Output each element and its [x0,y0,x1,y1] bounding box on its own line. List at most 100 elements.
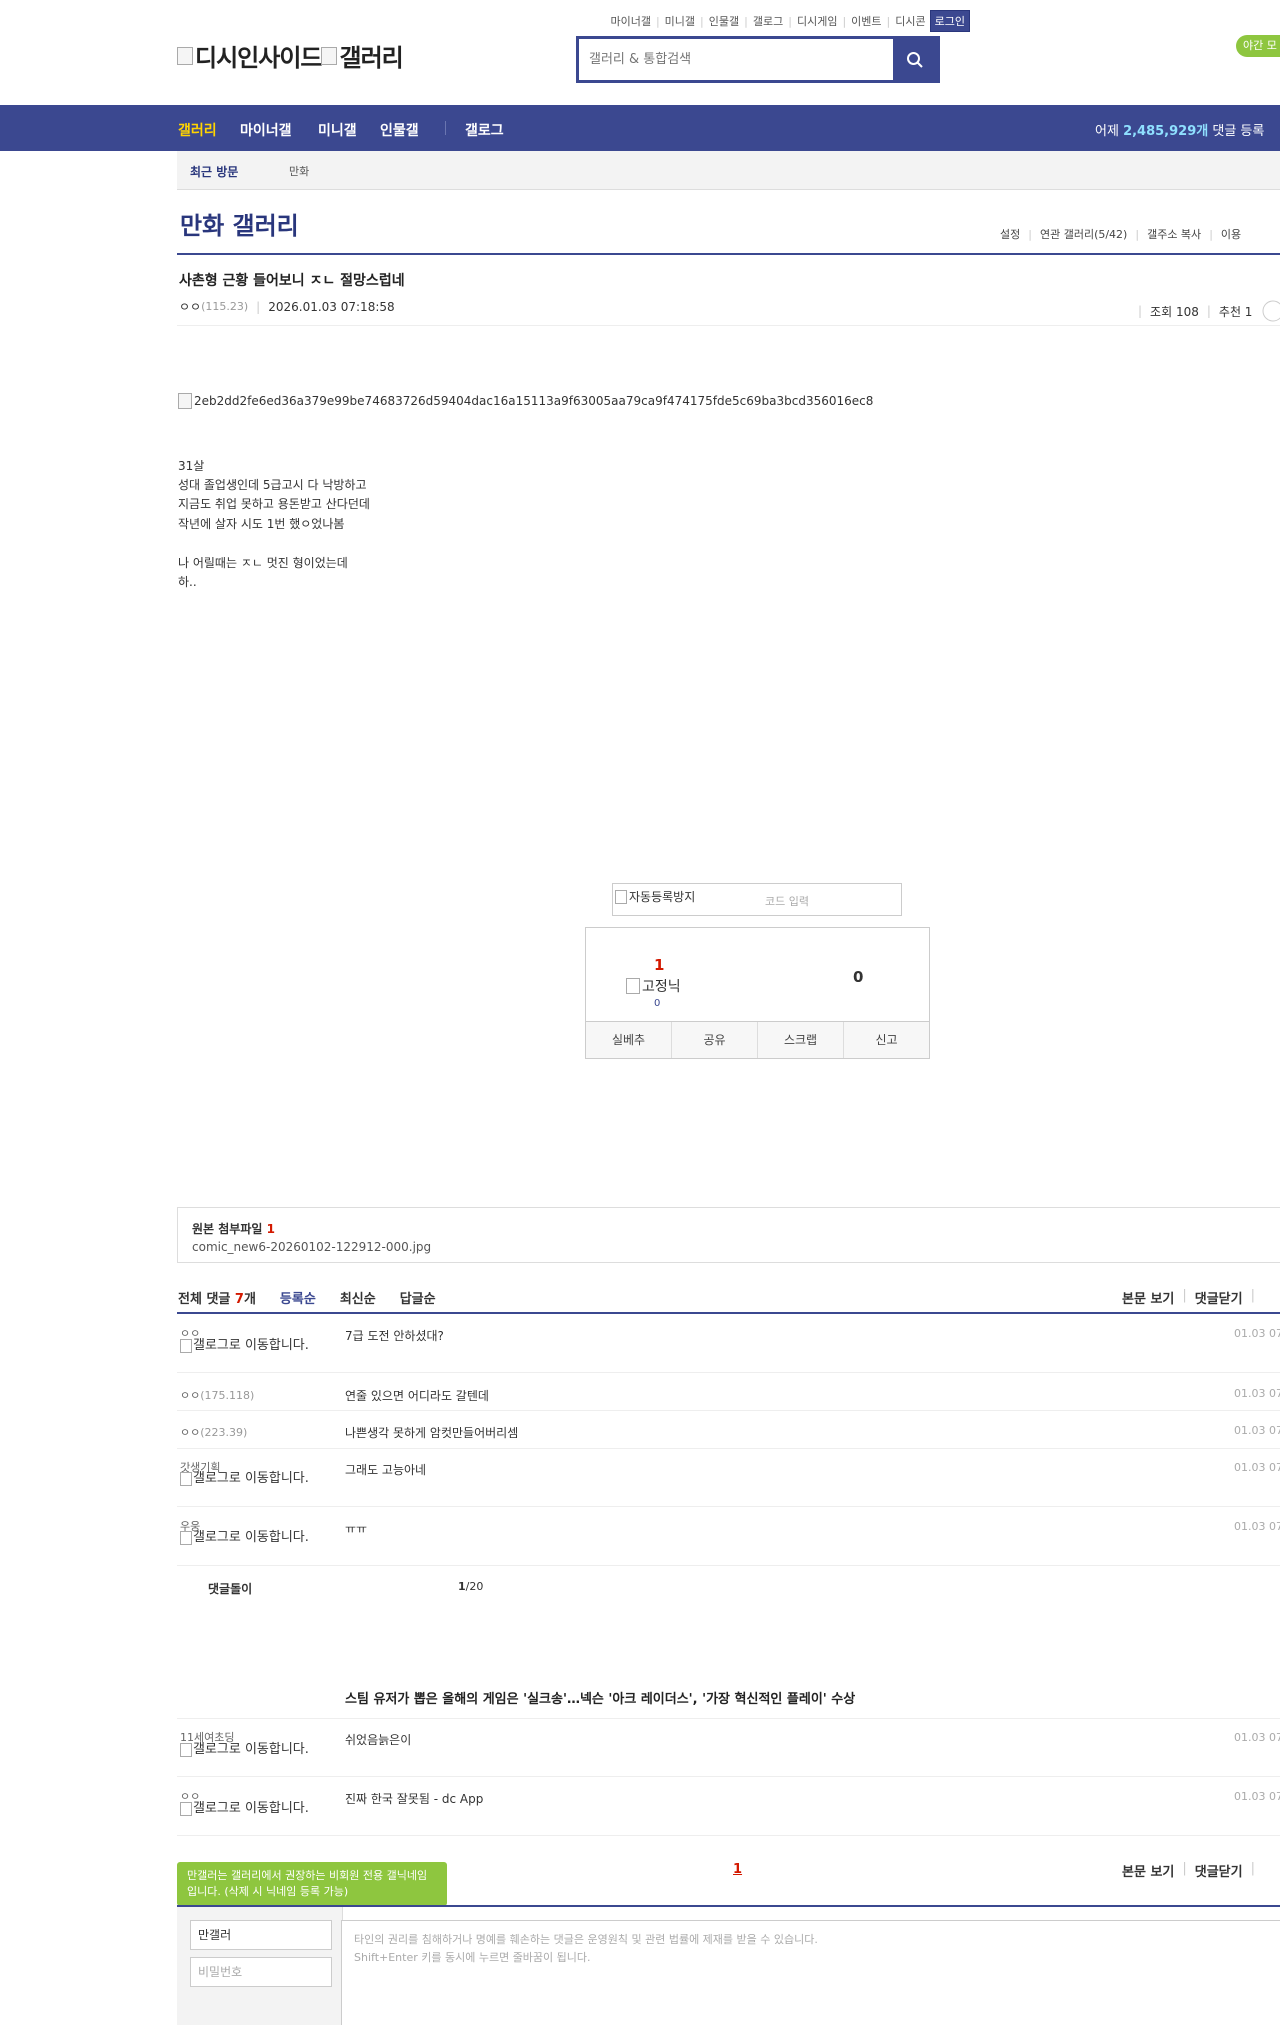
post-views: 조회 108 [1150,304,1199,319]
search-box [576,36,940,83]
search-icon [907,51,923,68]
top-links: 마이너갤 | 미니갤 | 인물갤 | 갤로그 | 디시게임 | 이벤트 | 디시콘 로그인 [610,10,970,32]
post-body-line: 하.. [178,575,197,589]
password-field[interactable]: 비밀번호 [190,1957,332,1987]
divider [177,1776,1280,1777]
copy-address-link[interactable]: 갤주소 복사 [1147,226,1201,242]
login-button[interactable]: 로그인 [929,10,970,32]
comment-nick-ip: (223.39) [200,1426,248,1439]
comment-unit: 개 [243,1292,256,1307]
broken-image-icon [180,1802,192,1816]
divider [177,1372,1280,1373]
recent-visit-item[interactable]: 만화 [289,163,309,179]
post-date: 2026.01.03 07:18:58 [268,299,395,314]
broken-image-icon [180,1743,192,1757]
logo-text-gallery: 갤러리 [339,44,403,72]
comment-textarea[interactable]: 타인의 권리를 침해하거나 명예를 훼손하는 댓글은 운영원칙 및 관련 법률에… [341,1920,1280,2025]
comment-date: 01.03 07 [1234,1461,1280,1474]
comment-bot-paging: 1/20 [458,1580,483,1593]
top-link-mini[interactable]: 미니갤 [665,13,695,29]
captcha-input[interactable]: 코드 입력 [765,893,809,909]
gallog-link[interactable]: 갤로그로 이동합니다. [180,1802,310,1816]
top-link-game[interactable]: 디시게임 [797,13,837,29]
sort-replies[interactable]: 답글순 [400,1288,436,1307]
main-nav: 갤러리 마이너갤 미니갤 인물갤 갤로그 어제 2,485,929개 댓글 등록 [0,105,1280,151]
post-stats: | 조회 108 | 추천 1 [1130,300,1280,322]
sort-latest[interactable]: 최신순 [340,1288,376,1307]
comment-nick-name: ㅇㅇ [180,1389,201,1402]
upvote-count[interactable]: 1 [654,956,664,974]
circle-button-icon[interactable] [1262,300,1280,322]
nav-minor[interactable]: 마이너갤 [240,120,292,140]
stats-prefix: 어제 [1095,124,1119,139]
downvote-count[interactable]: 0 [853,968,863,986]
comment-nick[interactable]: ㅇㅇ(223.39) [180,1424,247,1440]
name-field[interactable]: 만갤러 [190,1920,332,1950]
comment-page-1[interactable]: 1 [733,1862,742,1877]
top-link-event[interactable]: 이벤트 [851,13,881,29]
post-recommend: 추천 1 [1218,304,1253,319]
broken-image-icon [615,889,627,904]
top-link-dccon[interactable]: 디시콘 [895,13,925,29]
post-image[interactable]: 2eb2dd2fe6ed36a379e99be74683726d59404dac… [178,393,873,409]
vote-actions: 실베추 공유 스크랩 신고 [586,1021,929,1058]
comment-text: 나쁜생각 못하게 암컷만들어버리셈 [345,1426,519,1440]
nav-person[interactable]: 인물갤 [380,120,419,140]
broken-image-icon [178,393,192,409]
attachment-box: 원본 첨부파일 1 comic_new6-20260102-122912-000… [177,1207,1280,1263]
top-link-minor[interactable]: 마이너갤 [610,13,650,29]
divider [177,1448,1280,1449]
post-author[interactable]: ㅇㅇ [179,298,201,315]
gallog-link[interactable]: 갤로그로 이동합니다. [180,1743,310,1757]
comment-tools: 본문 보기 | 댓글닫기 | [1122,1288,1255,1307]
gallog-link[interactable]: 갤로그로 이동합니다. [180,1339,310,1353]
post-body-line: 작년에 살자 시도 1번 했ㅇ었나봄 [178,517,345,531]
comment-nick[interactable]: ㅇㅇ(175.118) [180,1387,254,1403]
nav-mini[interactable]: 미니갤 [318,120,357,140]
site-logo[interactable]: 디시인사이드 갤러리 [177,38,404,73]
nav-gallog[interactable]: 갤로그 [465,120,504,140]
comment-text: 연줄 있으면 어디라도 갈텐데 [345,1389,489,1403]
night-mode-button[interactable]: 야간 모 [1236,35,1280,57]
attachment-file-link[interactable]: comic_new6-20260102-122912-000.jpg [192,1240,431,1254]
gallery-links: 설정 | 연관 갤러리(5/42) | 갤주소 복사 | 이용 [1000,226,1242,242]
top-link-person[interactable]: 인물갤 [709,13,739,29]
view-post-button[interactable]: 본문 보기 [1122,1288,1174,1307]
settings-link[interactable]: 설정 [1000,226,1020,242]
broken-image-icon [626,978,640,994]
gallery-title[interactable]: 만화 갤러리 [180,206,299,241]
search-button[interactable] [893,39,937,80]
bot-page-current[interactable]: 1 [458,1580,466,1593]
textarea-placeholder-line: 타인의 권리를 침해하거나 명예를 훼손하는 댓글은 운영원칙 및 관련 법률에… [354,1933,818,1946]
comment-count: 7 [234,1292,244,1307]
gallog-link[interactable]: 갤로그로 이동합니다. [180,1531,310,1545]
sort-registered[interactable]: 등록순 [280,1288,316,1307]
view-post-button[interactable]: 본문 보기 [1122,1861,1174,1880]
post-author-ip: (115.23) [201,300,249,313]
comment-date: 01.03 07 [1234,1731,1280,1744]
post-image-alt: 2eb2dd2fe6ed36a379e99be74683726d59404dac… [194,394,874,408]
gallog-link[interactable]: 갤로그로 이동합니다. [180,1472,310,1486]
comment-header: 전체 댓글 7개 등록순 최신순 답글순 [178,1288,436,1307]
captcha-image: 자동등록방지 [615,888,695,905]
close-comments-button[interactable]: 댓글닫기 [1195,1861,1243,1880]
close-comments-button[interactable]: 댓글닫기 [1195,1288,1243,1307]
comment-count-label: 전체 댓글 7개 [178,1288,256,1307]
textarea-placeholder-line: Shift+Enter 키를 동시에 누르면 줄바꿈이 됩니다. [354,1951,591,1964]
broken-image-icon [180,1531,192,1545]
news-title[interactable]: 스팀 유저가 뽑은 올해의 게임은 '실크송'…넥슨 '아크 레이더스', '가… [345,1688,855,1707]
best-recommend-button[interactable]: 실베추 [586,1022,672,1058]
scrap-button[interactable]: 스크랩 [758,1022,844,1058]
gallog-link-alt: 갤로그로 이동합니다. [193,1338,309,1353]
share-button[interactable]: 공유 [672,1022,758,1058]
bot-page-total: /20 [465,1580,484,1593]
post-meta: ㅇㅇ (115.23) | 2026.01.03 07:18:58 [179,298,395,315]
top-link-gallog[interactable]: 갤로그 [753,13,783,29]
report-button[interactable]: 신고 [844,1022,929,1058]
usage-link[interactable]: 이용 [1221,226,1241,242]
post-body-line: 나 어릴때는 ㅈㄴ 멋진 형이었는데 [178,556,348,570]
nav-gallery[interactable]: 갤러리 [178,120,217,140]
related-gallery-link[interactable]: 연관 갤러리(5/42) [1040,226,1127,242]
vote-box: 1 고정닉 0 0 실베추 공유 스크랩 신고 [585,927,930,1059]
search-input[interactable] [579,39,893,80]
